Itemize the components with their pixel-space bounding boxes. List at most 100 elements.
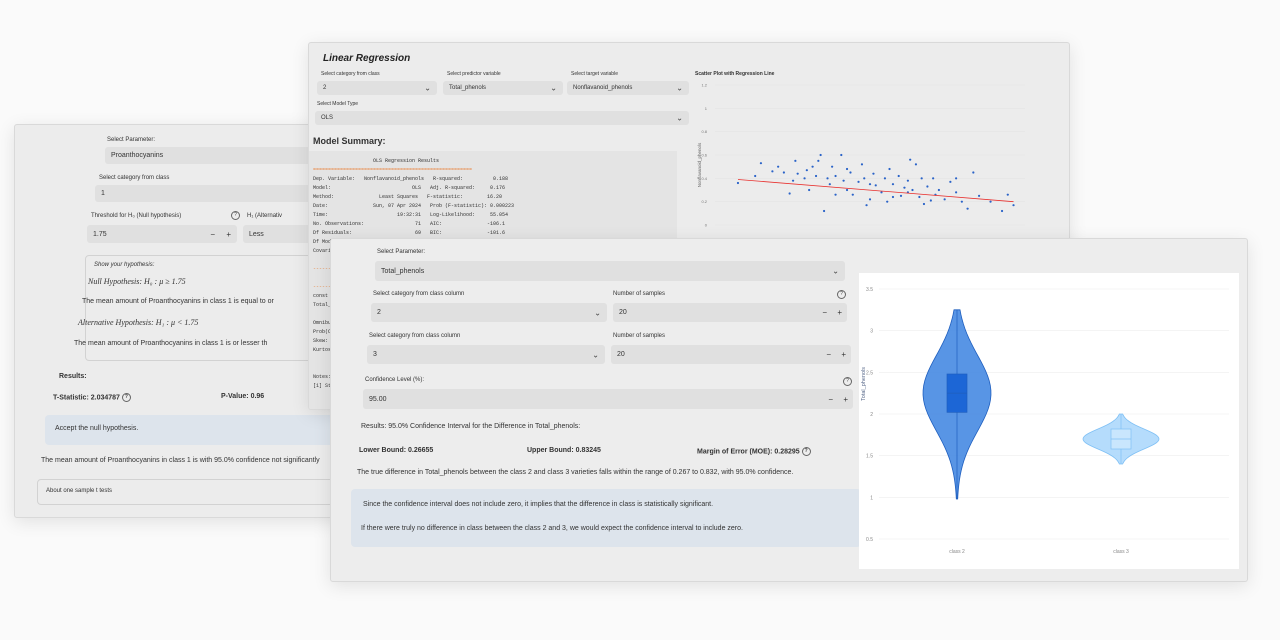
scatter-point <box>937 188 940 192</box>
scatter-point <box>909 158 912 161</box>
threshold-input[interactable]: 1.75 − + <box>87 225 237 243</box>
scatter-point <box>972 171 975 174</box>
decrement-button[interactable]: − <box>822 308 827 317</box>
h1-label: H₁ (Alternativ <box>247 213 283 219</box>
scatter-point <box>918 195 921 199</box>
decrement-button[interactable]: − <box>828 395 833 404</box>
help-icon[interactable]: ? <box>121 393 131 402</box>
significance-text-1: Since the confidence interval does not i… <box>363 501 714 508</box>
upper-bound: Upper Bound: 0.83245 <box>527 447 601 454</box>
scatter-point <box>943 198 946 201</box>
increment-button[interactable]: + <box>841 350 846 359</box>
significance-alert: Since the confidence interval does not i… <box>351 489 861 547</box>
scatter-point <box>796 172 799 175</box>
y-tick-label: 1.5 <box>866 454 873 460</box>
increment-button[interactable]: + <box>843 395 848 404</box>
y-axis-label: Total_phenols <box>861 367 867 401</box>
scatter-point <box>834 174 837 178</box>
help-icon[interactable]: ? <box>801 447 811 456</box>
scatter-point <box>822 209 826 213</box>
scatter-point <box>860 163 864 166</box>
x-tick-label: class 2 <box>949 549 965 555</box>
confidence-label: Confidence Level (%): <box>365 377 425 383</box>
scatter-point <box>955 177 958 180</box>
about-label: About one sample t tests <box>46 488 113 494</box>
class-value: 2 <box>323 85 327 91</box>
scatter-point <box>845 188 849 192</box>
y-tick-label: 0.6 <box>701 153 707 158</box>
scatter-point <box>771 170 774 173</box>
scatter-point <box>791 179 795 182</box>
category1-select[interactable]: 2 ⌄ <box>371 303 607 322</box>
increment-button[interactable]: + <box>837 308 842 317</box>
category2-label: Select category from class column <box>369 333 461 339</box>
scatter-point <box>911 188 914 192</box>
threshold-label: Threshold for H₀ (Null hypothesis) <box>91 213 182 219</box>
chart-background <box>859 273 1239 569</box>
scatter-point <box>1000 209 1004 213</box>
scatter-point <box>874 184 877 187</box>
category2-value: 3 <box>373 351 377 358</box>
chevron-down-icon: ⌄ <box>676 113 683 123</box>
param-label: Select Parameter: <box>107 137 156 143</box>
decrement-button[interactable]: − <box>826 350 831 359</box>
scatter-point <box>849 171 852 174</box>
scatter-point <box>903 186 906 189</box>
scatter-point <box>914 163 918 166</box>
model-type-select[interactable]: OLS ⌄ <box>315 111 689 125</box>
increment-button[interactable]: + <box>226 230 231 239</box>
scatter-point <box>777 165 780 168</box>
threshold-value: 1.75 <box>93 230 107 238</box>
scatter-point <box>817 159 820 162</box>
predictor-select[interactable]: Total_phenols ⌄ <box>443 81 563 95</box>
p-value: P-Value: 0.96 <box>221 393 265 400</box>
scatter-point <box>989 200 992 203</box>
y-tick-label: 0.4 <box>701 176 707 181</box>
category-label: Select category from class <box>99 175 170 181</box>
confidence-interval-panel: Select Parameter: Total_phenols ⌄ Select … <box>330 238 1248 582</box>
y-tick-label: 0.2 <box>701 199 707 204</box>
null-hypothesis-text: The mean amount of Proanthocyanins in cl… <box>82 298 274 305</box>
target-value: Nonflavanoid_phenols <box>573 85 633 91</box>
scatter-point <box>872 172 875 175</box>
decrement-button[interactable]: − <box>210 230 215 239</box>
scatter-point <box>831 165 834 168</box>
t-statistic-value: T-Statistic: 2.034787 <box>53 394 120 402</box>
chevron-down-icon: ⌄ <box>592 350 599 359</box>
confidence-input[interactable]: 95.00 − + <box>363 389 853 409</box>
y-tick-label: 0.5 <box>866 537 873 543</box>
summary-line: ========================================… <box>313 167 473 173</box>
scatter-point <box>788 192 791 195</box>
y-tick-label: 2 <box>870 412 873 418</box>
target-select[interactable]: Nonflavanoid_phenols ⌄ <box>567 81 689 95</box>
help-icon[interactable]: ? <box>837 290 846 299</box>
accept-text: Accept the null hypothesis. <box>55 425 139 432</box>
help-icon[interactable]: ? <box>231 211 240 220</box>
violin-chart: 0.5 1 1.5 2 2.5 3 3.5 Total_phenolsclass 2 class… <box>859 273 1239 569</box>
scatter-point <box>842 179 845 182</box>
param-label: Select Parameter: <box>377 249 426 255</box>
scatter-point <box>880 191 883 194</box>
category2-select[interactable]: 3 ⌄ <box>367 345 605 364</box>
about-expander[interactable]: About one sample t tests <box>37 479 369 505</box>
chevron-down-icon: ⌄ <box>424 83 431 93</box>
regression-line <box>737 179 1014 203</box>
scatter-point <box>736 181 740 185</box>
y-axis-label: Nonflavanoid_phenols <box>697 142 702 187</box>
model-type-value: OLS <box>321 115 334 121</box>
scatter-point <box>808 188 811 192</box>
scatter-point <box>920 177 923 180</box>
param-select[interactable]: Total_phenols ⌄ <box>375 261 845 281</box>
chevron-down-icon: ⌄ <box>832 266 839 276</box>
conclusion-text: The mean amount of Proanthocyanins in cl… <box>41 457 320 464</box>
moe-value: Margin of Error (MOE): 0.28295 <box>697 448 800 456</box>
n2-value: 20 <box>617 351 625 358</box>
class-select[interactable]: 2 ⌄ <box>317 81 437 95</box>
n1-input[interactable]: 20 − + <box>613 303 847 322</box>
scatter-point <box>891 183 895 186</box>
n2-input[interactable]: 20 − + <box>611 345 851 364</box>
help-icon[interactable]: ? <box>843 377 852 386</box>
scatter-point <box>922 202 926 206</box>
null-hypothesis: Null Hypothesis: H₀ : μ ≥ 1.75 <box>88 277 186 286</box>
scatter-point <box>782 171 785 174</box>
